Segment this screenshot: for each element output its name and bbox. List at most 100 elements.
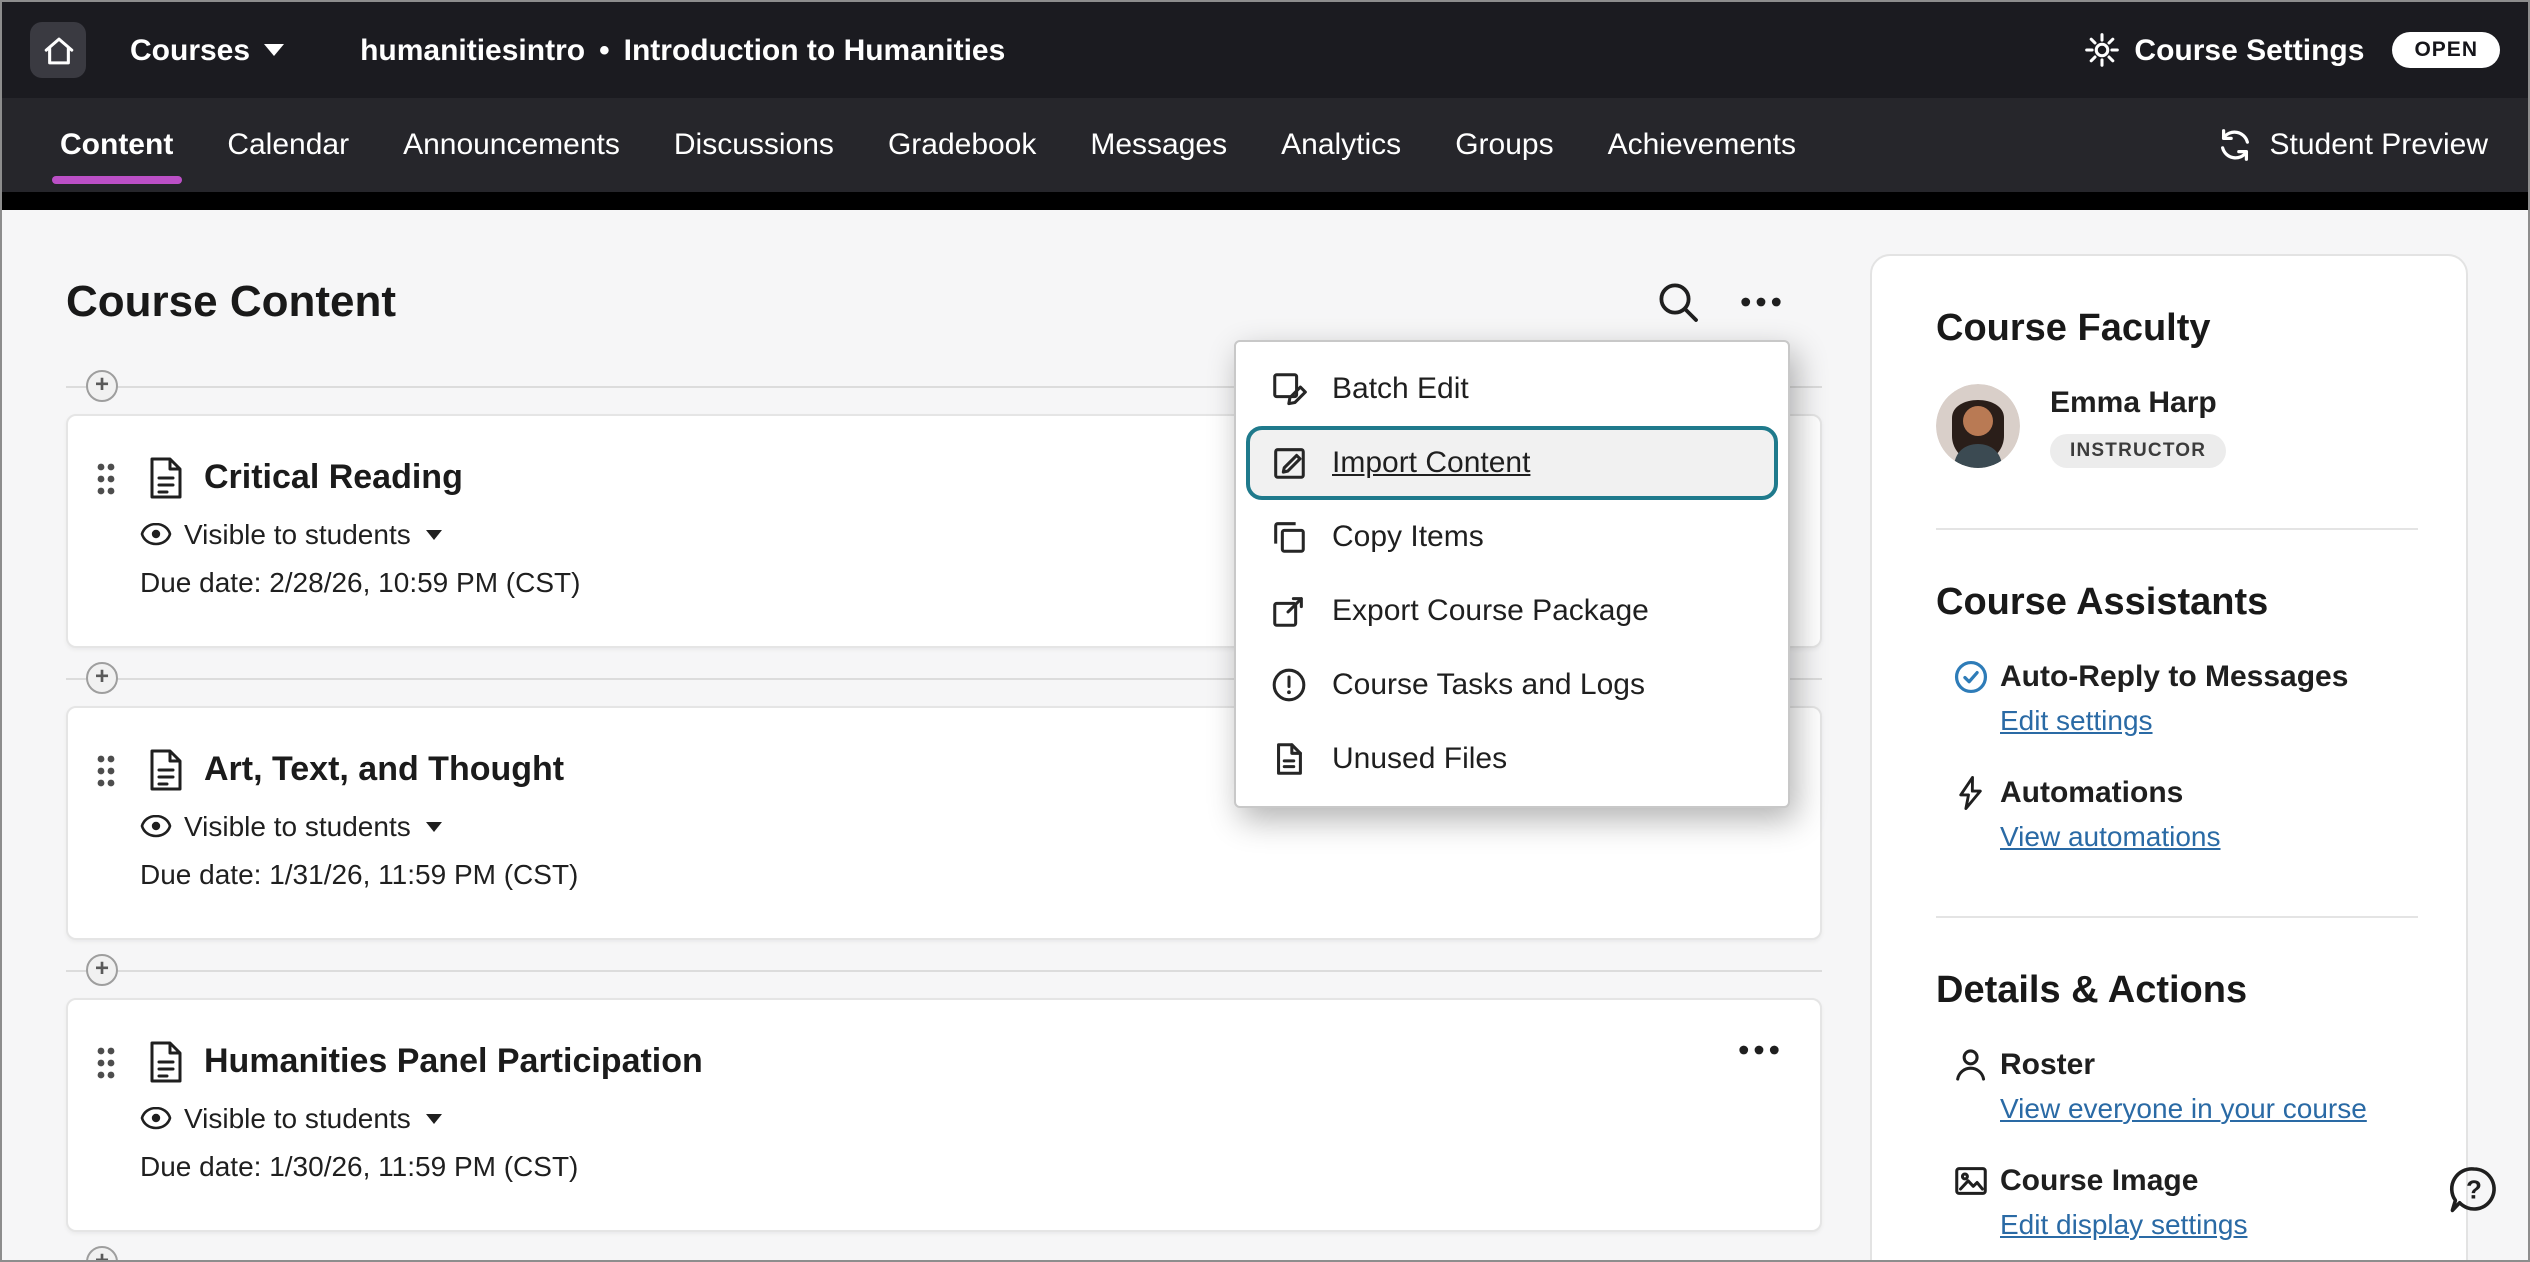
tab-content[interactable]: Content [60, 98, 173, 192]
help-button[interactable]: ? [2446, 1162, 2502, 1218]
course-title: Introduction to Humanities [624, 33, 1006, 67]
visibility-label: Visible to students [184, 518, 411, 550]
avatar [1936, 384, 2020, 468]
auto-reply-item: Auto-Reply to Messages Edit settings [1952, 658, 2418, 740]
content-item-title[interactable]: Humanities Panel Participation [204, 1042, 703, 1082]
drag-handle-icon[interactable] [96, 753, 116, 787]
drag-handle-icon[interactable] [96, 461, 116, 495]
courses-menu-button[interactable]: Courses [130, 33, 284, 67]
course-content-menu-button[interactable] [1740, 296, 1782, 308]
visibility-dropdown[interactable]: Visible to students [140, 810, 443, 842]
eye-icon [140, 814, 172, 838]
visibility-dropdown[interactable]: Visible to students [140, 1102, 443, 1134]
add-content-divider [66, 954, 1822, 986]
lightning-icon [1952, 774, 1990, 812]
tab-analytics[interactable]: Analytics [1281, 98, 1401, 192]
view-automations-link[interactable]: View automations [2000, 820, 2221, 852]
course-nav-bar: Content Calendar Announcements Discussio… [2, 98, 2528, 192]
chevron-down-icon [427, 821, 443, 831]
add-content-button[interactable] [86, 662, 118, 694]
menu-item-label: Copy Items [1332, 520, 1484, 554]
person-icon [1952, 1046, 1990, 1084]
tab-discussions[interactable]: Discussions [674, 98, 834, 192]
svg-text:?: ? [2466, 1174, 2482, 1204]
automations-item: Automations View automations [1952, 774, 2418, 856]
home-button[interactable] [30, 22, 86, 78]
search-icon[interactable] [1656, 280, 1700, 324]
eye-icon [140, 1106, 172, 1130]
assessment-document-icon [146, 456, 186, 500]
course-image-title-row: Course Image [1952, 1162, 2418, 1200]
assistants-heading: Course Assistants [1936, 582, 2418, 626]
instructor-role-badge: INSTRUCTOR [2050, 433, 2226, 467]
menu-item-label: Unused Files [1332, 742, 1507, 776]
chevron-down-icon [427, 529, 443, 539]
course-settings-label: Course Settings [2134, 33, 2364, 67]
page-title: Course Content [66, 276, 396, 328]
tab-groups[interactable]: Groups [1455, 98, 1553, 192]
course-assistants-section: Course Assistants Auto-Reply to Messages… [1936, 528, 2418, 916]
add-content-divider [66, 1246, 1822, 1262]
menu-item-copy-items[interactable]: Copy Items [1236, 500, 1788, 574]
menu-item-course-tasks-and-logs[interactable]: Course Tasks and Logs [1236, 648, 1788, 722]
help-question-icon: ? [2446, 1162, 2502, 1218]
course-details-panel: Course Faculty Emma Harp INSTRUCTOR Cour… [1870, 254, 2468, 1262]
auto-reply-title-row: Auto-Reply to Messages [1952, 658, 2418, 696]
visibility-dropdown[interactable]: Visible to students [140, 518, 443, 550]
menu-item-label: Import Content [1332, 446, 1530, 480]
tasks-logs-icon [1270, 666, 1308, 704]
faculty-heading: Course Faculty [1936, 308, 2418, 352]
view-everyone-link[interactable]: View everyone in your course [2000, 1092, 2367, 1124]
content-item-card: Humanities Panel Participation Visible t… [66, 998, 1822, 1232]
student-preview-icon [2216, 126, 2254, 164]
edit-settings-link[interactable]: Edit settings [2000, 704, 2153, 736]
add-content-button[interactable] [86, 1246, 118, 1262]
nav-divider-strip [2, 192, 2528, 210]
course-image-item: Course Image Edit display settings [1952, 1162, 2418, 1244]
visibility-label: Visible to students [184, 810, 411, 842]
student-preview-button[interactable]: Student Preview [2216, 126, 2488, 164]
roster-item: Roster View everyone in your course [1952, 1046, 2418, 1128]
chevron-down-icon [427, 1113, 443, 1123]
menu-item-label: Batch Edit [1332, 372, 1469, 406]
menu-item-batch-edit[interactable]: Batch Edit [1236, 352, 1788, 426]
automations-title-row: Automations [1952, 774, 2418, 812]
instructor-row: Emma Harp INSTRUCTOR [1936, 384, 2418, 468]
menu-item-label: Course Tasks and Logs [1332, 668, 1645, 702]
tab-achievements[interactable]: Achievements [1608, 98, 1796, 192]
tab-announcements[interactable]: Announcements [403, 98, 620, 192]
content-item-title[interactable]: Critical Reading [204, 458, 463, 498]
course-status-badge[interactable]: OPEN [2392, 32, 2500, 68]
roster-title: Roster [2000, 1048, 2095, 1082]
tab-calendar[interactable]: Calendar [227, 98, 349, 192]
due-date-label: Due date: 1/31/26, 11:59 PM (CST) [140, 858, 1820, 890]
content-item-title[interactable]: Art, Text, and Thought [204, 750, 564, 790]
menu-item-export-course-package[interactable]: Export Course Package [1236, 574, 1788, 648]
course-image-title: Course Image [2000, 1164, 2198, 1198]
home-icon [41, 33, 75, 67]
details-actions-section: Details & Actions Roster View everyone i… [1936, 916, 2418, 1262]
menu-item-unused-files[interactable]: Unused Files [1236, 722, 1788, 796]
tab-messages[interactable]: Messages [1090, 98, 1227, 192]
global-top-bar: Courses humanitiesintro • Introduction t… [2, 2, 2528, 98]
course-settings-button[interactable]: Course Settings [2084, 32, 2364, 68]
copy-items-icon [1270, 518, 1308, 556]
edit-display-settings-link[interactable]: Edit display settings [2000, 1208, 2247, 1240]
content-header-actions [1656, 280, 1782, 324]
tab-gradebook[interactable]: Gradebook [888, 98, 1036, 192]
instructor-name: Emma Harp [2050, 385, 2226, 419]
item-menu-button[interactable] [1738, 1044, 1780, 1056]
due-date-label: Due date: 1/30/26, 11:59 PM (CST) [140, 1150, 1820, 1182]
course-faculty-section: Course Faculty Emma Harp INSTRUCTOR [1936, 256, 2418, 528]
content-item-header: Humanities Panel Participation [68, 1000, 1820, 1084]
course-content-context-menu: Batch Edit Import Content Copy Items Exp… [1234, 340, 1790, 808]
menu-item-import-content[interactable]: Import Content [1246, 426, 1778, 500]
course-id: humanitiesintro [360, 33, 585, 67]
divider-line [66, 970, 1822, 972]
add-content-button[interactable] [86, 370, 118, 402]
import-content-icon [1270, 444, 1308, 482]
drag-handle-icon[interactable] [96, 1045, 116, 1079]
add-content-button[interactable] [86, 954, 118, 986]
details-heading: Details & Actions [1936, 970, 2418, 1014]
breadcrumb: humanitiesintro • Introduction to Humani… [360, 33, 1005, 67]
